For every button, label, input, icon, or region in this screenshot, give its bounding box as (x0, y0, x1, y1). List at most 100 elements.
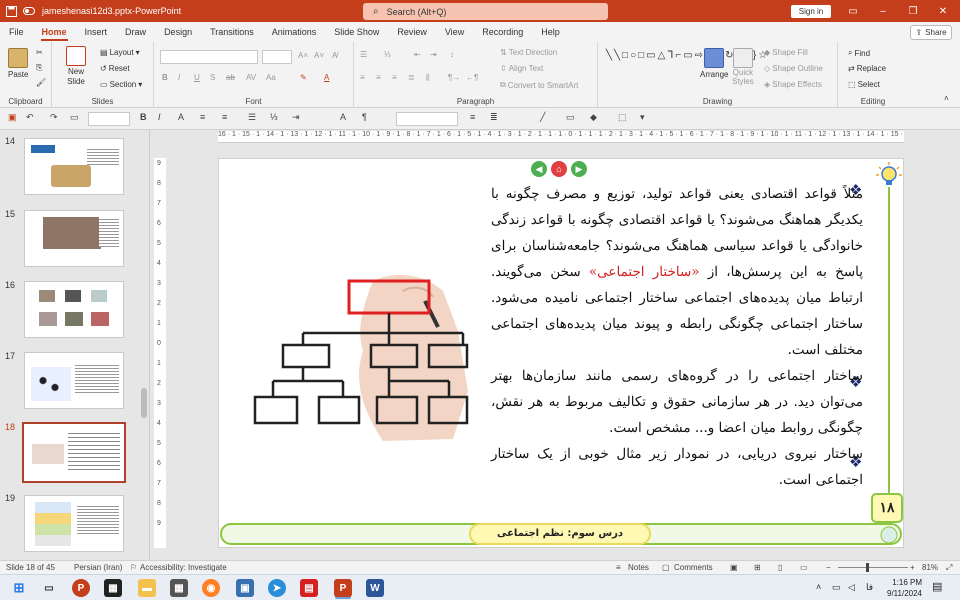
shape-outline-button[interactable]: ◇ Shape Outline (764, 64, 823, 73)
normal-view-icon[interactable]: ▣ (730, 563, 738, 572)
qat-shape-icon[interactable]: ▭ (566, 112, 575, 123)
qat-ltr-icon[interactable]: ¶ (362, 112, 367, 122)
qat-font-size-combo[interactable] (88, 112, 130, 126)
shrink-font-icon[interactable]: A˅ (314, 51, 324, 60)
qat-bold-icon[interactable]: B (140, 112, 147, 122)
ltr-icon[interactable]: ¶→ (448, 73, 460, 82)
file-explorer-icon[interactable]: ▬ (138, 579, 156, 597)
search-box[interactable]: ⌕ Search (Alt+Q) (363, 3, 608, 20)
select-button[interactable]: ⬚ Select (848, 80, 880, 89)
qat-align-left-icon[interactable]: ≡ (470, 112, 475, 122)
zoom-slider[interactable] (838, 567, 908, 568)
underline-icon[interactable]: U (194, 73, 200, 82)
qat-select-icon[interactable]: ⬚ (618, 112, 627, 123)
text-direction-button[interactable]: ⇅ Text Direction (500, 48, 557, 57)
align-right-icon[interactable]: ≡ (392, 73, 397, 82)
calculator-icon[interactable]: ▦ (170, 579, 188, 597)
qat-align-right-icon[interactable]: ≡ (222, 112, 227, 122)
qat-italic-icon[interactable]: I (158, 112, 161, 122)
reset-button[interactable]: ↺ Reset (100, 64, 130, 73)
qat-justify-icon[interactable]: ≣ (490, 112, 498, 123)
qat-line-icon[interactable]: ╱ (540, 112, 545, 123)
powerpoint-taskbar-icon[interactable]: P (334, 579, 352, 597)
tab-recording[interactable]: Recording (473, 22, 532, 42)
save-icon[interactable] (4, 4, 18, 18)
accessibility-icon[interactable]: ⚐ (130, 563, 137, 572)
qat-indent-icon[interactable]: ⇥ (292, 112, 300, 123)
paste-button[interactable]: Paste (8, 48, 28, 79)
convert-smartart-button[interactable]: ⧉ Convert to SmartArt (500, 80, 578, 90)
tab-design[interactable]: Design (155, 22, 201, 42)
firefox-icon[interactable]: ◉ (202, 579, 220, 597)
next-arrow-icon[interactable]: ▶ (571, 161, 587, 177)
slideshow-view-icon[interactable]: ▭ (800, 563, 808, 572)
cut-icon[interactable]: ✂ (36, 48, 43, 57)
qat-font-combo[interactable] (396, 112, 458, 126)
qat-font-color-icon[interactable]: A (178, 112, 184, 122)
telegram-icon[interactable]: ➤ (268, 579, 286, 597)
slide-thumbnail[interactable] (24, 210, 124, 267)
tab-view[interactable]: View (436, 22, 473, 42)
winrar-icon[interactable]: ▤ (300, 579, 318, 597)
network-icon[interactable]: ▭ (832, 582, 841, 593)
font-size-combo[interactable] (262, 50, 292, 64)
justify-icon[interactable]: ≣ (408, 73, 415, 82)
shadow-icon[interactable]: S (210, 73, 215, 82)
shape-effects-button[interactable]: ◈ Shape Effects (764, 80, 822, 89)
fit-slide-icon[interactable]: ⤢ (946, 563, 952, 573)
align-left-icon[interactable]: ≡ (360, 73, 365, 82)
strikethrough-icon[interactable]: ab (226, 73, 235, 82)
layout-button[interactable]: ▤ Layout ▾ (100, 48, 140, 57)
task-view-icon[interactable]: ▭ (40, 579, 58, 597)
thumbnail-scrollbar[interactable] (141, 388, 147, 418)
comments-button[interactable]: Comments (674, 563, 713, 572)
character-spacing-icon[interactable]: AV (246, 73, 256, 82)
redo-icon[interactable]: ↷ (50, 112, 58, 123)
home-icon[interactable]: ⌂ (551, 161, 567, 177)
customize-qat-icon[interactable]: ▾ (640, 112, 645, 123)
input-language[interactable]: فا (866, 582, 873, 593)
shape-fill-button[interactable]: ◆ Shape Fill (764, 48, 808, 57)
tab-insert[interactable]: Insert (76, 22, 117, 42)
app-p-icon[interactable]: P (72, 579, 90, 597)
tab-slide-show[interactable]: Slide Show (325, 22, 388, 42)
increase-indent-icon[interactable]: ⇥ (430, 50, 437, 59)
tab-animations[interactable]: Animations (263, 22, 326, 42)
slide-thumbnail-selected[interactable] (22, 422, 126, 483)
italic-icon[interactable]: I (178, 73, 180, 82)
ribbon-display-icon[interactable]: ▭ (845, 3, 861, 19)
clear-formatting-icon[interactable]: A̸ (332, 51, 337, 60)
close-icon[interactable]: ✕ (935, 3, 951, 19)
zoom-out-icon[interactable]: − (826, 563, 831, 572)
align-center-icon[interactable]: ≡ (376, 73, 381, 82)
qat-numbering-icon[interactable]: ⅓ (270, 112, 278, 122)
zoom-level[interactable]: 81% (922, 563, 938, 572)
new-slide-button[interactable]: New Slide (66, 46, 86, 86)
word-icon[interactable]: W (366, 579, 384, 597)
start-icon[interactable]: ⊞ (10, 579, 28, 597)
line-spacing-icon[interactable]: ↕ (450, 50, 454, 59)
notification-icon[interactable]: ▤ (932, 580, 942, 593)
tab-transitions[interactable]: Transitions (201, 22, 263, 42)
font-name-combo[interactable] (160, 50, 258, 64)
grow-font-icon[interactable]: A˄ (298, 51, 308, 60)
quick-styles-button[interactable]: Quick Styles (732, 48, 754, 86)
notes-icon[interactable]: ≡ (616, 563, 621, 572)
tab-help[interactable]: Help (532, 22, 569, 42)
remote-desktop-icon[interactable]: ▣ (236, 579, 254, 597)
reading-view-icon[interactable]: ▯ (778, 563, 782, 572)
language-status[interactable]: Persian (Iran) (74, 563, 122, 572)
qat-bullets-icon[interactable]: ☰ (248, 112, 256, 123)
bold-icon[interactable]: B (162, 73, 168, 82)
store-icon[interactable]: ▦ (104, 579, 122, 597)
change-case-icon[interactable]: Aa (266, 73, 276, 82)
autosave-toggle-icon[interactable] (22, 4, 36, 18)
slide-canvas[interactable]: ◀ ⌂ ▶ ❖ ❖ ❖ مثلاً قواعد اقتصادی یعنی قوا… (218, 158, 904, 548)
accessibility-status[interactable]: Accessibility: Investigate (140, 563, 227, 572)
slide-thumbnail[interactable] (24, 352, 124, 409)
qat-textbox-icon[interactable]: A (340, 112, 346, 122)
highlight-icon[interactable]: ✎ (300, 73, 307, 82)
arrange-button[interactable]: Arrange (700, 48, 728, 79)
tab-review[interactable]: Review (388, 22, 436, 42)
notes-button[interactable]: Notes (628, 563, 649, 572)
